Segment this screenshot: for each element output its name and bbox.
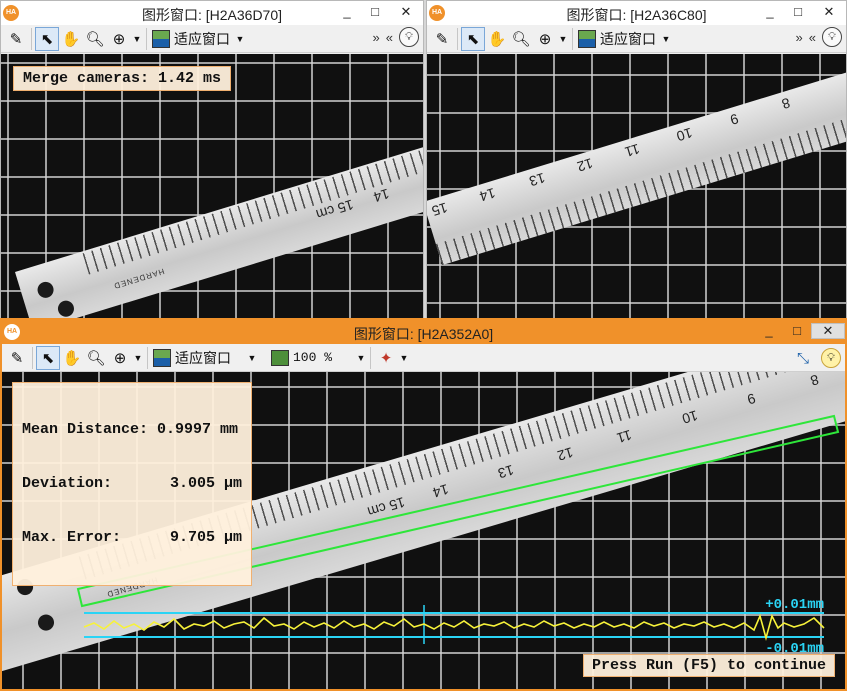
hand-icon[interactable]: ✋ [59, 27, 83, 51]
ruler-number: 12 [575, 155, 595, 175]
toolbar: ✎ ⬉ ✋ 🔍︎ ⊕ ▼ 适应窗口 ▼ 100 % ▼ ✦ ▼ ⤡ 💡︎ [2, 344, 845, 372]
close-button[interactable]: ✕ [811, 323, 845, 339]
chevron-down-icon[interactable]: ▼ [557, 34, 569, 44]
overflow-chevron-icon[interactable]: » [796, 30, 803, 45]
separator [457, 27, 458, 50]
maximize-button[interactable]: □ [784, 1, 812, 23]
result-value: 9.705 µm [170, 529, 243, 546]
result-label: Deviation: [22, 475, 113, 492]
window-title: 图形窗口: [H2A352A0] [353, 326, 494, 342]
edit-icon[interactable]: ✎ [4, 27, 28, 51]
result-label: Mean Distance: [22, 421, 149, 438]
hand-icon[interactable]: ✋ [60, 346, 84, 370]
ruler-number: 14 [477, 184, 498, 205]
overflow-chevron-icon[interactable]: » [373, 30, 380, 45]
titlebar[interactable]: HA 图形窗口: [H2A36C80] _ □ ✕ [427, 1, 846, 25]
ruler-hole [35, 279, 56, 300]
close-button[interactable]: ✕ [389, 1, 423, 23]
pointer-icon[interactable]: ⬉ [36, 345, 60, 370]
toolbar: ✎ ⬉ ✋ 🔍︎ ⊕ ▼ 适应窗口 ▼ » « 💡︎ [1, 25, 423, 53]
minimize-button[interactable]: _ [756, 1, 784, 23]
fit-window-dropdown[interactable]: 适应窗口 [596, 29, 660, 49]
fit-window-icon[interactable] [152, 29, 170, 48]
zoom-plus-icon[interactable]: ⊕ [107, 27, 131, 51]
zoom-icon[interactable]: 🔍︎ [509, 27, 533, 51]
image-canvas[interactable]: 15 14 13 12 11 10 9 8 [427, 54, 846, 319]
separator [572, 27, 573, 50]
edit-icon[interactable]: ✎ [430, 27, 454, 51]
graphics-window-bottom: HA 图形窗口: [H2A352A0] _ □ ✕ ✎ ⬉ ✋ 🔍︎ ⊕ ▼ 适… [0, 318, 847, 691]
edit-icon[interactable]: ✎ [5, 346, 29, 370]
continue-hint: Press Run (F5) to continue [582, 654, 835, 677]
titlebar[interactable]: HA 图形窗口: [H2A36D70] _ □ ✕ [1, 1, 423, 25]
result-row: Deviation: 3.005 µm [22, 474, 242, 494]
fit-window-icon[interactable] [153, 348, 171, 367]
ruler-number: 13 [527, 169, 548, 190]
chevron-down-icon[interactable]: ▼ [660, 34, 672, 44]
ruler-number: 9 [728, 110, 741, 129]
image-canvas[interactable]: HARDENED 14 15 cm Merge cameras: 1.42 ms [1, 54, 423, 319]
timing-overlay: Merge cameras: 1.42 ms [13, 66, 232, 91]
zoom-dropdown[interactable]: 100 % [289, 350, 355, 365]
close-button[interactable]: ✕ [812, 1, 846, 23]
collapse-chevron-icon[interactable]: « [386, 30, 393, 45]
ruler-number: 10 [674, 124, 695, 145]
chevron-down-icon[interactable]: ▼ [235, 353, 269, 363]
zoom-icon[interactable]: 🔍︎ [83, 27, 107, 51]
result-value: 3.005 µm [170, 475, 243, 492]
zoom-icon[interactable]: 🔍︎ [84, 346, 108, 370]
pointer-icon[interactable]: ⬉ [35, 26, 59, 51]
lightbulb-icon[interactable]: 💡︎ [821, 348, 841, 368]
pointer-icon[interactable]: ⬉ [461, 26, 485, 51]
collapse-chevron-icon[interactable]: « [809, 30, 816, 45]
maximize-button[interactable]: □ [783, 320, 811, 342]
results-overlay: Mean Distance: 0.9997 mm Deviation: 3.005… [12, 382, 253, 586]
fit-window-icon[interactable] [578, 29, 596, 48]
ruler-hole [55, 298, 76, 319]
image-canvas[interactable]: HARDENED 15 cm 14 13 12 11 10 9 8 +0.01m… [2, 372, 845, 689]
result-value: 0.9997 mm [157, 421, 239, 438]
separator [146, 27, 147, 50]
separator [370, 346, 371, 369]
graphics-window-top-right: HA 图形窗口: [H2A36C80] _ □ ✕ ✎ ⬉ ✋ 🔍︎ ⊕ ▼ 适… [426, 0, 847, 320]
ruler-number: 14 [371, 185, 392, 206]
result-row: Max. Error: 9.705 µm [22, 528, 242, 548]
separator [32, 346, 33, 369]
result-label: Max. Error: [22, 529, 122, 546]
maximize-button[interactable]: □ [361, 1, 389, 23]
zoom-plus-icon[interactable]: ⊕ [533, 27, 557, 51]
separator [147, 346, 148, 369]
fit-window-dropdown[interactable]: 适应窗口 [170, 29, 234, 49]
chevron-down-icon[interactable]: ▼ [131, 34, 143, 44]
color-picker-icon[interactable]: ✦ [374, 346, 398, 370]
chevron-down-icon[interactable]: ▼ [234, 34, 246, 44]
chevron-down-icon[interactable]: ▼ [132, 353, 144, 363]
titlebar[interactable]: HA 图形窗口: [H2A352A0] _ □ ✕ [2, 320, 845, 344]
hand-icon[interactable]: ✋ [485, 27, 509, 51]
toolbar: ✎ ⬉ ✋ 🔍︎ ⊕ ▼ 适应窗口 ▼ » « 💡︎ [427, 25, 846, 53]
minimize-button[interactable]: _ [755, 320, 783, 342]
separator [31, 27, 32, 50]
ruler-number: 8 [779, 94, 793, 113]
zoom-percent-icon[interactable] [271, 349, 289, 366]
result-row: Mean Distance: 0.9997 mm [22, 420, 242, 440]
ruler-number: 15 [429, 199, 450, 220]
lightbulb-icon[interactable]: 💡︎ [822, 27, 842, 47]
ruler-number: 11 [623, 140, 642, 161]
upper-limit-label: +0.01mm [765, 597, 824, 613]
fit-window-dropdown[interactable]: 适应窗口 [171, 348, 235, 368]
chevron-down-icon[interactable]: ▼ [398, 353, 410, 363]
axes-icon[interactable]: ⤡ [791, 346, 815, 370]
lightbulb-icon[interactable]: 💡︎ [399, 27, 419, 47]
chevron-down-icon[interactable]: ▼ [355, 353, 367, 363]
ruler-stamp: HARDENED [112, 266, 166, 291]
minimize-button[interactable]: _ [333, 1, 361, 23]
zoom-plus-icon[interactable]: ⊕ [108, 346, 132, 370]
graphics-window-top-left: HA 图形窗口: [H2A36D70] _ □ ✕ ✎ ⬉ ✋ 🔍︎ ⊕ ▼ 适… [0, 0, 424, 320]
